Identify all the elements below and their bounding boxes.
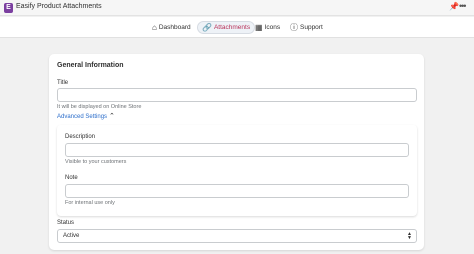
nav-icons[interactable]: ▦ Icons — [251, 21, 284, 34]
advanced-settings-label: Advanced Settings — [57, 114, 108, 120]
description-help-text: Visible to your customers — [65, 159, 127, 165]
note-label: Note — [65, 175, 78, 181]
nav-support-label: Support — [300, 24, 323, 31]
nav-icons-label: Icons — [264, 24, 281, 31]
nav-dashboard-label: Dashboard — [158, 24, 191, 31]
help-icon: ⓘ — [290, 22, 298, 32]
select-arrows-icon: ▲ ▼ — [407, 231, 412, 241]
nav-dashboard[interactable]: ⌂ Dashboard — [148, 21, 195, 34]
app-title: Easify Product Attachments — [16, 3, 102, 10]
description-label: Description — [65, 134, 96, 140]
advanced-settings-toggle[interactable]: Advanced Settings ⌃ — [57, 113, 115, 120]
nav-attachments-label: Attachments — [213, 24, 251, 31]
app-nav: ⌂ Dashboard 🔗 Attachments ▦ Icons ⓘ Supp… — [0, 17, 474, 38]
home-icon: ⌂ — [152, 22, 157, 32]
app-logo-icon: E — [4, 3, 13, 13]
title-help-text: It will be displayed on Online Store — [57, 104, 142, 110]
app-titlebar: E Easify Product Attachments 📌 ••• — [0, 0, 474, 16]
status-label: Status — [57, 220, 75, 226]
status-selected-value: Active — [63, 233, 80, 239]
icons-icon: ▦ — [255, 22, 263, 32]
pin-icon[interactable]: 📌 — [449, 2, 459, 11]
title-label: Title — [57, 80, 69, 86]
nav-support[interactable]: ⓘ Support — [286, 21, 327, 34]
paperclip-icon: 🔗 — [202, 22, 212, 32]
nav-attachments[interactable]: 🔗 Attachments — [197, 21, 256, 34]
status-select[interactable]: Active ▲ ▼ — [57, 229, 417, 243]
section-title: General Information — [57, 62, 124, 69]
note-input[interactable] — [65, 184, 409, 198]
description-input[interactable] — [65, 143, 409, 157]
more-options-icon[interactable]: ••• — [459, 1, 467, 11]
chevron-up-icon: ⌃ — [109, 113, 115, 120]
note-help-text: For internal use only — [65, 200, 115, 206]
title-input[interactable] — [57, 88, 417, 102]
